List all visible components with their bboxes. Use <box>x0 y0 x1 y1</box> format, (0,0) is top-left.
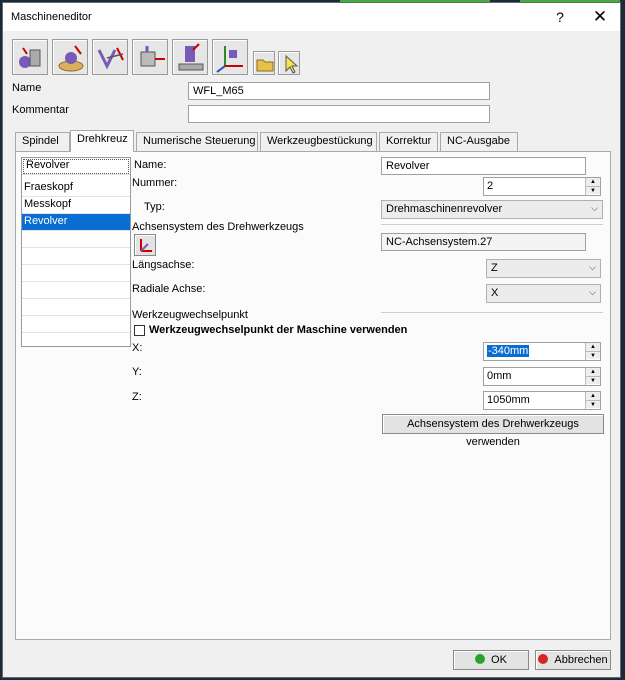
comment-input[interactable] <box>188 105 490 123</box>
turret-name-label: Name: <box>134 159 167 171</box>
list-item[interactable]: Messkopf <box>22 197 130 214</box>
cancel-icon <box>538 654 549 664</box>
head-setup-button[interactable] <box>172 39 208 75</box>
help-button[interactable]: ? <box>546 6 574 28</box>
tab-nc-ausgabe[interactable]: NC-Ausgabe <box>440 132 518 151</box>
machine-editor-dialog: Maschineneditor ? ✕ Name WFL_M65 Komment… <box>2 2 621 678</box>
type-label: Typ: <box>144 201 165 213</box>
tab-numerische-steuerung[interactable]: Numerische Steuerung <box>136 132 258 151</box>
axis-system-label: Achsensystem des Drehwerkzeugs <box>132 221 304 233</box>
tab-korrektur[interactable]: Korrektur <box>379 132 438 151</box>
tab-drehkreuz[interactable]: Drehkreuz <box>70 130 134 152</box>
number-spinner[interactable]: 2 ▲ ▼ <box>483 177 601 196</box>
radial-axis-value: X <box>491 287 499 299</box>
tool-assembly-button[interactable] <box>92 39 128 75</box>
use-machine-checkbox[interactable] <box>134 325 145 336</box>
radial-axis-dropdown[interactable]: X ⌵ <box>486 284 601 303</box>
folder-icon <box>256 59 274 72</box>
list-item[interactable]: Revolver <box>22 158 130 175</box>
radial-axis-label: Radiale Achse: <box>132 283 206 295</box>
spinner-buttons[interactable]: ▲ ▼ <box>585 178 600 195</box>
arrow-up-icon[interactable]: ▲ <box>586 178 600 186</box>
chevron-down-icon: ⌵ <box>591 203 598 213</box>
spinner-buttons[interactable]: ▲ ▼ <box>585 392 600 409</box>
comment-label: Kommentar <box>12 104 69 116</box>
turret-name-input[interactable]: Revolver <box>381 157 586 175</box>
long-axis-value: Z <box>491 262 498 274</box>
open-folder-button[interactable] <box>253 51 275 75</box>
title-bar: Maschineneditor ? ✕ <box>3 3 620 31</box>
z-value: 1050mm <box>487 394 530 406</box>
name-label: Name <box>12 82 42 94</box>
spindle-icon <box>19 47 41 68</box>
x-spinner[interactable]: -340mm ▲ ▼ <box>483 342 601 361</box>
axis-system-input[interactable]: NC-Achsensystem.27 <box>381 233 586 251</box>
number-label: Nummer: <box>132 177 178 189</box>
list-row-empty <box>22 299 130 316</box>
use-machine-label: Werkzeugwechselpunkt der Maschine verwen… <box>149 324 408 336</box>
long-axis-dropdown[interactable]: Z ⌵ <box>486 259 601 278</box>
machine-axis-icon <box>140 46 165 67</box>
chevron-down-icon: ⌵ <box>589 262 596 272</box>
ok-button[interactable]: OK <box>453 650 529 670</box>
arrow-up-icon[interactable]: ▲ <box>586 368 600 376</box>
select-axis-system-button[interactable] <box>134 234 156 256</box>
tab-spindel[interactable]: Spindel <box>15 132 70 151</box>
tab-werkzeugbestueckung[interactable]: Werkzeugbestückung <box>260 132 377 151</box>
number-value: 2 <box>487 180 494 192</box>
coordinate-system-button[interactable] <box>212 39 248 75</box>
z-label: Z: <box>132 391 142 403</box>
tool-change-icon <box>97 47 124 70</box>
ok-label: OK <box>491 654 507 666</box>
use-axis-system-button[interactable]: Achsensystem des Drehwerkzeugs verwenden <box>382 414 604 448</box>
arrow-up-icon[interactable]: ▲ <box>586 343 600 351</box>
chevron-down-icon: ⌵ <box>589 287 596 297</box>
type-dropdown[interactable]: Drehmaschinenrevolver ⌵ <box>381 200 603 219</box>
drehkreuz-panel: Revolver Fraeskopf Messkopf Revolver Nam… <box>15 151 611 640</box>
arrow-down-icon[interactable]: ▼ <box>586 186 600 194</box>
separator <box>381 224 603 225</box>
machine-head-icon <box>178 43 204 71</box>
arrow-down-icon[interactable]: ▼ <box>586 351 600 359</box>
list-row-empty <box>22 316 130 333</box>
arrow-up-icon[interactable]: ▲ <box>586 392 600 400</box>
separator <box>381 312 603 313</box>
select-pointer-button[interactable] <box>278 51 300 75</box>
y-spinner[interactable]: 0mm ▲ ▼ <box>483 367 601 386</box>
pointer-icon <box>285 54 299 74</box>
list-row-empty <box>22 248 130 265</box>
x-label: X: <box>132 342 143 354</box>
list-row-empty <box>22 231 130 248</box>
list-item[interactable]: Fraeskopf <box>22 180 130 197</box>
machine-axis-button[interactable] <box>132 39 168 75</box>
turret-tool-button[interactable] <box>52 39 88 75</box>
cancel-label: Abbrechen <box>554 654 608 666</box>
window-title: Maschineneditor <box>11 11 92 23</box>
cancel-button[interactable]: Abbrechen <box>535 650 611 670</box>
z-spinner[interactable]: 1050mm ▲ ▼ <box>483 391 601 410</box>
long-axis-label: Längsachse: <box>132 259 195 271</box>
spinner-buttons[interactable]: ▲ ▼ <box>585 368 600 385</box>
ok-icon <box>475 654 486 664</box>
y-value: 0mm <box>487 370 512 382</box>
list-row-empty <box>22 265 130 282</box>
tool-change-point-label: Werkzeugwechselpunkt <box>132 309 248 321</box>
turret-icon <box>58 45 84 72</box>
x-value: -340mm <box>487 345 530 357</box>
list-row-empty <box>22 282 130 299</box>
list-item[interactable]: Revolver <box>22 214 130 231</box>
type-value: Drehmaschinenrevolver <box>386 203 503 215</box>
coordinate-system-icon <box>216 46 243 73</box>
arrow-down-icon[interactable]: ▼ <box>586 400 600 408</box>
spindle-tool-button[interactable] <box>12 39 48 75</box>
close-button[interactable]: ✕ <box>586 6 614 28</box>
axis-system-icon <box>140 239 152 252</box>
spinner-buttons[interactable]: ▲ ▼ <box>585 343 600 360</box>
name-input[interactable]: WFL_M65 <box>188 82 490 100</box>
arrow-down-icon[interactable]: ▼ <box>586 376 600 384</box>
y-label: Y: <box>132 366 142 378</box>
turret-list[interactable]: Revolver Fraeskopf Messkopf Revolver <box>21 157 131 347</box>
